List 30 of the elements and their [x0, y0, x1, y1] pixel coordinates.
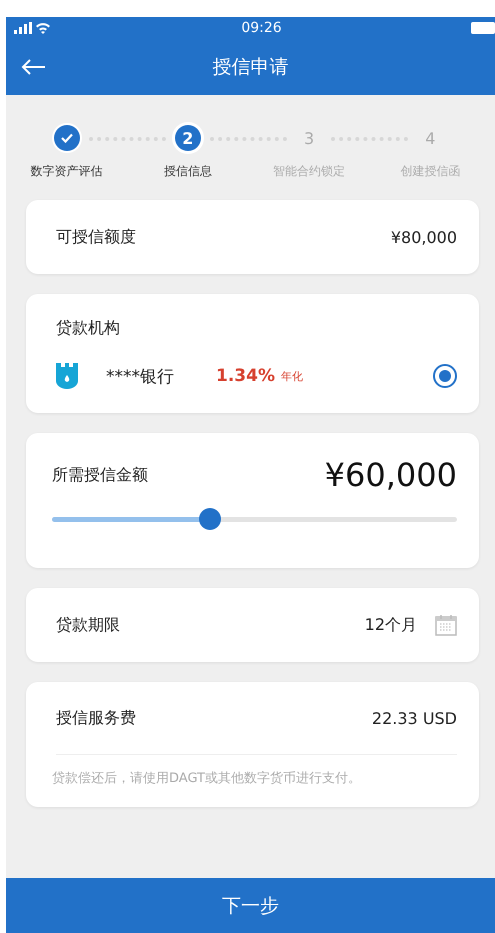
step-label: 授信信息: [164, 163, 212, 180]
radio-button[interactable]: [433, 364, 457, 388]
fee-note: 贷款偿还后，请使用DAGT或其他数字货币进行支付。: [52, 770, 362, 788]
field-label: 可授信额度: [56, 226, 136, 248]
step-marker: 2: [174, 125, 201, 151]
rate-unit: 年化: [280, 368, 303, 384]
slider-thumb[interactable]: [198, 508, 221, 530]
check-icon: [60, 132, 74, 144]
lender-name: ****银行: [106, 366, 175, 388]
field-label: 贷款期限: [56, 614, 120, 636]
tower-icon: [56, 363, 78, 389]
signal-icon: [14, 22, 52, 34]
field-value: ¥80,000: [390, 228, 457, 246]
next-button[interactable]: 下一步: [6, 878, 495, 933]
step-label: 数字资产评估: [30, 163, 103, 180]
page-title: 授信申请: [212, 56, 288, 78]
field-label: 授信服务费: [56, 708, 136, 728]
step-label: 创建授信函: [400, 163, 460, 180]
interest-rate: 1.34%: [216, 366, 275, 386]
step-label: 智能合约锁定: [273, 163, 346, 180]
step-marker: 4: [424, 128, 436, 150]
field-label: 所需授信金额: [52, 464, 148, 486]
amount-value: ¥60,000: [324, 456, 457, 494]
back-button[interactable]: [20, 58, 46, 76]
field-value: 12个月: [364, 614, 417, 636]
field-value: 22.33 USD: [372, 708, 457, 728]
field-label: 贷款机构: [56, 318, 120, 337]
step-marker: 3: [303, 128, 316, 150]
status-time: 09:26: [241, 20, 282, 36]
battery-icon: [470, 22, 495, 34]
